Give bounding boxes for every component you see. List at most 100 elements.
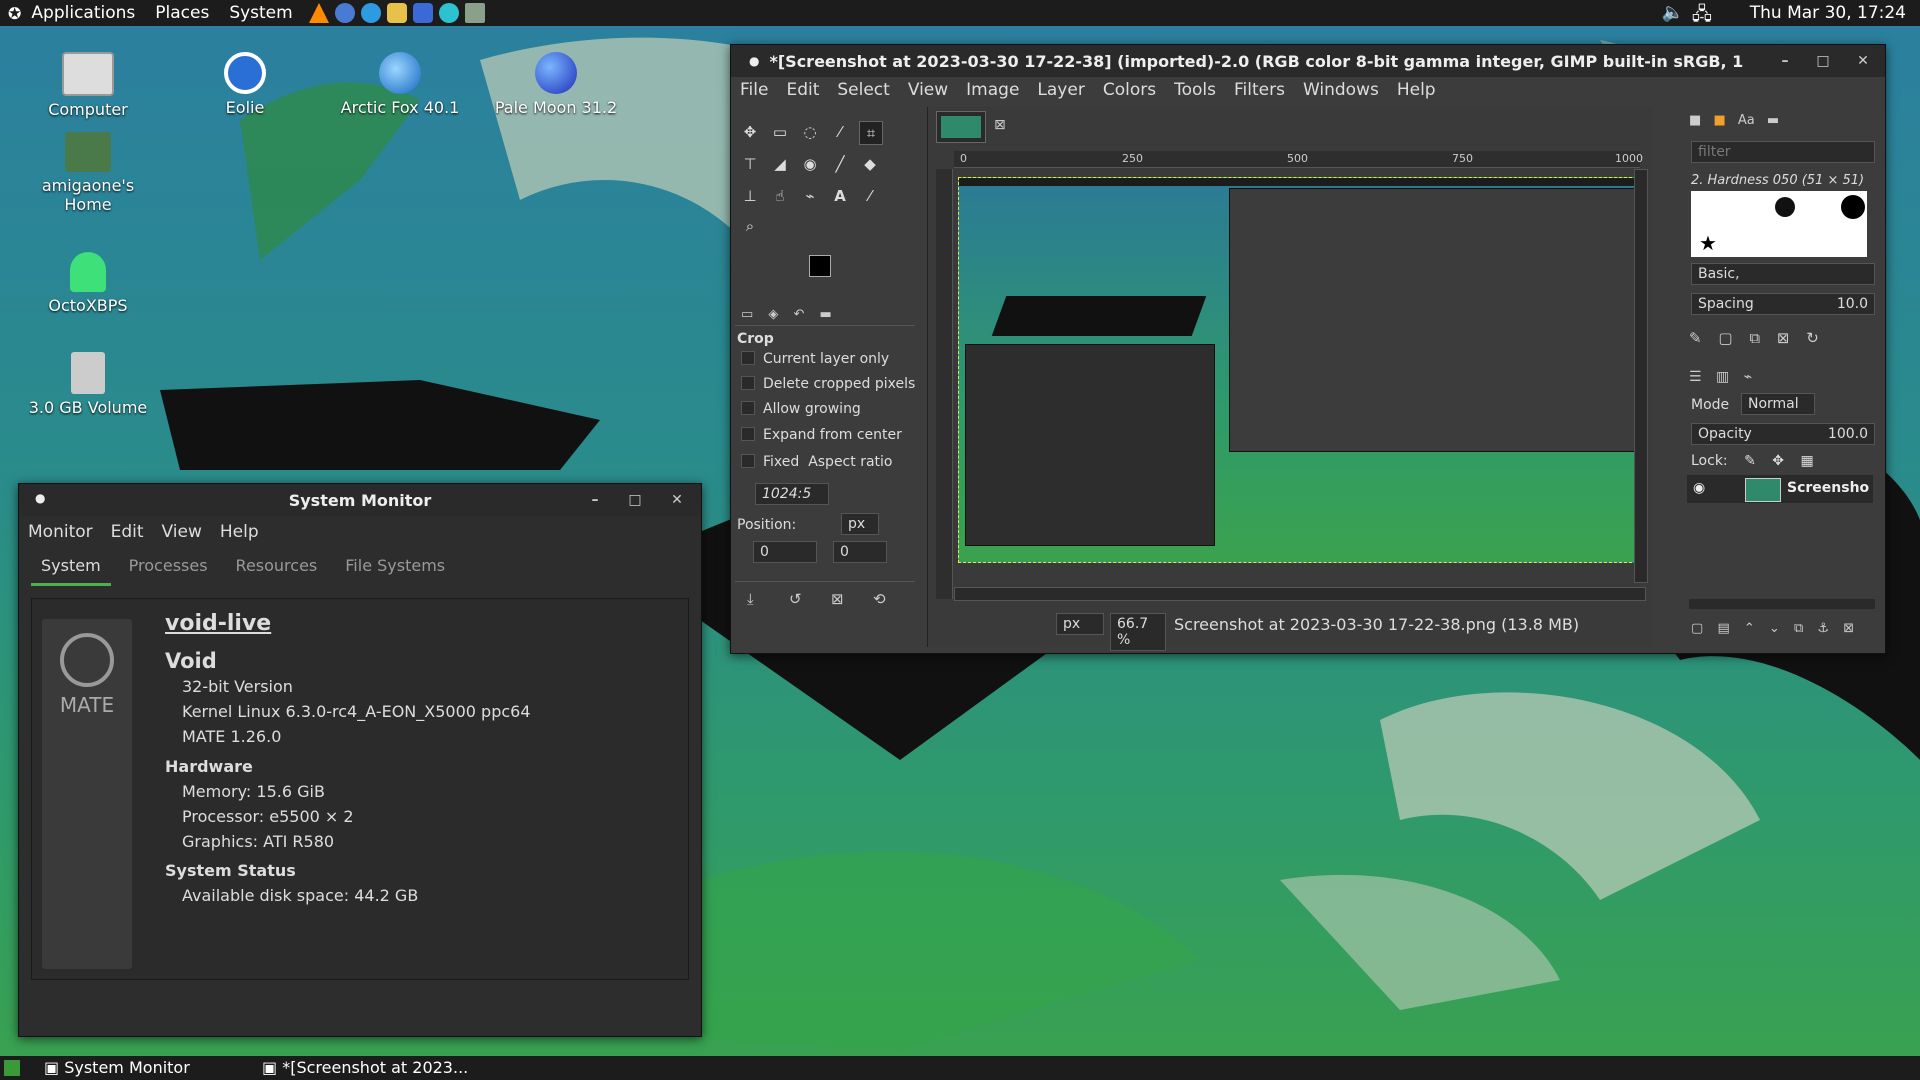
- maximize-icon[interactable]: □: [1813, 51, 1833, 71]
- position-x-input[interactable]: 0: [753, 541, 817, 563]
- tab-processes[interactable]: Processes: [119, 550, 218, 586]
- delete-layer-icon[interactable]: ⊠: [1843, 621, 1854, 636]
- vlc-launcher-icon[interactable]: [308, 3, 329, 23]
- duplicate-brush-icon[interactable]: ⧉: [1749, 329, 1760, 347]
- document-history-tab-icon[interactable]: ▬: [1767, 113, 1779, 128]
- menu-image[interactable]: Image: [957, 80, 1028, 104]
- lasso-tool-icon[interactable]: ◌: [799, 121, 821, 143]
- unit-select[interactable]: px: [1056, 613, 1104, 635]
- transform-tool-icon[interactable]: ⊤: [739, 153, 761, 175]
- duplicate-layer-icon[interactable]: ⧉: [1794, 621, 1803, 636]
- desktop-icon-arctic-fox[interactable]: Arctic Fox 40.1: [330, 52, 470, 117]
- mode-select[interactable]: Normal: [1741, 393, 1815, 415]
- desktop-icon-eolie[interactable]: Eolie: [175, 52, 315, 117]
- network-icon[interactable]: 🖧: [1692, 2, 1712, 32]
- warp-tool-icon[interactable]: ◢: [769, 153, 791, 175]
- position-unit-select[interactable]: px: [841, 513, 879, 535]
- anchor-layer-icon[interactable]: ⚓: [1817, 621, 1829, 636]
- menu-help[interactable]: Help: [211, 522, 268, 542]
- paths-tool-icon[interactable]: ⌁: [799, 185, 821, 207]
- fuzzy-select-tool-icon[interactable]: ⁄: [829, 121, 851, 143]
- desktop-icon-octoxbps[interactable]: OctoXBPS: [18, 252, 158, 315]
- arctic-fox-launcher-icon[interactable]: [360, 3, 381, 23]
- system-menu[interactable]: System: [219, 3, 302, 23]
- option-expand-from-center[interactable]: Expand from center: [741, 427, 902, 443]
- delete-options-icon[interactable]: ⊠: [831, 590, 844, 608]
- menu-view[interactable]: View: [899, 80, 957, 104]
- option-current-layer-only[interactable]: Current layer only: [741, 351, 889, 367]
- checkbox[interactable]: [741, 401, 755, 415]
- brush-preview[interactable]: [1841, 195, 1865, 219]
- spacing-field[interactable]: Spacing 10.0: [1691, 293, 1875, 315]
- zoom-tool-icon[interactable]: ⌕: [739, 215, 761, 237]
- channels-tab-icon[interactable]: ▥: [1716, 369, 1729, 385]
- show-desktop-icon[interactable]: [4, 1060, 20, 1076]
- brush-set-select[interactable]: Basic,: [1691, 263, 1875, 285]
- gimp-titlebar[interactable]: ● *[Screenshot at 2023-03-30 17-22-38] (…: [731, 45, 1885, 77]
- checkbox[interactable]: [741, 454, 755, 468]
- images-tab-icon[interactable]: ▬: [819, 307, 831, 322]
- checkbox[interactable]: [741, 351, 755, 365]
- mate-menu-icon[interactable]: ✪: [8, 4, 21, 23]
- reset-options-icon[interactable]: ⟲: [873, 590, 886, 608]
- new-layer-icon[interactable]: ▢: [1691, 621, 1703, 636]
- desktop-icon-home[interactable]: amigaone's Home: [18, 132, 158, 214]
- desktop-icon-volume[interactable]: 3.0 GB Volume: [18, 352, 158, 417]
- menu-select[interactable]: Select: [828, 80, 898, 104]
- position-y-input[interactable]: 0: [833, 541, 887, 563]
- tab-system[interactable]: System: [31, 550, 111, 586]
- brush-preview[interactable]: [1775, 197, 1795, 217]
- zoom-select[interactable]: 66.7 %: [1110, 613, 1166, 651]
- window-menu-icon[interactable]: ●: [35, 491, 45, 505]
- close-image-tab-icon[interactable]: ⊠: [994, 117, 1006, 133]
- close-icon[interactable]: ✕: [667, 490, 687, 510]
- menu-filters[interactable]: Filters: [1225, 80, 1294, 104]
- minimize-icon[interactable]: –: [585, 490, 605, 510]
- lock-alpha-icon[interactable]: ▦: [1800, 453, 1813, 469]
- minimize-icon[interactable]: –: [1775, 51, 1795, 71]
- device-status-tab-icon[interactable]: ◈: [768, 307, 778, 322]
- lower-layer-icon[interactable]: ⌄: [1769, 621, 1780, 636]
- crop-tool-icon[interactable]: ⌗: [859, 121, 883, 145]
- horizontal-scrollbar[interactable]: [954, 587, 1646, 601]
- paths-tab-icon[interactable]: ⌁: [1744, 369, 1752, 385]
- gimp-launcher-icon[interactable]: [386, 3, 407, 23]
- fonts-tab-icon[interactable]: Aa: [1738, 113, 1755, 128]
- browser-launcher-icon[interactable]: [334, 3, 355, 23]
- rect-select-tool-icon[interactable]: ▭: [769, 121, 791, 143]
- menu-help[interactable]: Help: [1388, 80, 1445, 104]
- layer-visibility-icon[interactable]: ◉: [1693, 480, 1705, 496]
- raise-layer-icon[interactable]: ⌃: [1744, 621, 1755, 636]
- places-menu[interactable]: Places: [145, 3, 219, 23]
- layer-row[interactable]: ◉ Screensho: [1687, 475, 1873, 503]
- eraser-tool-icon[interactable]: ◆: [859, 153, 881, 175]
- menu-windows[interactable]: Windows: [1294, 80, 1388, 104]
- brushes-tab-icon[interactable]: ■: [1689, 113, 1701, 128]
- menu-view[interactable]: View: [153, 522, 211, 542]
- lock-position-icon[interactable]: ✥: [1772, 453, 1784, 469]
- clock[interactable]: Thu Mar 30, 17:24: [1750, 3, 1906, 23]
- layers-tab-icon[interactable]: ☰: [1689, 369, 1702, 385]
- layers-scrollbar[interactable]: [1689, 599, 1875, 609]
- lock-pixels-icon[interactable]: ✎: [1744, 453, 1756, 469]
- brush-grid[interactable]: ★: [1691, 191, 1867, 257]
- maximize-icon[interactable]: □: [625, 490, 645, 510]
- new-brush-icon[interactable]: ▢: [1718, 329, 1732, 347]
- system-monitor-titlebar[interactable]: ● System Monitor – □ ✕: [19, 484, 701, 516]
- new-layer-group-icon[interactable]: ▤: [1717, 621, 1729, 636]
- patterns-tab-icon[interactable]: ■: [1713, 113, 1725, 128]
- window-menu-icon[interactable]: ●: [749, 54, 759, 68]
- tool-options-tab-icon[interactable]: ▭: [741, 307, 753, 322]
- text-tool-icon[interactable]: A: [829, 185, 851, 207]
- menu-edit[interactable]: Edit: [102, 522, 153, 542]
- option-fixed[interactable]: Fixed Aspect ratio: [741, 454, 892, 470]
- menu-colors[interactable]: Colors: [1094, 80, 1165, 104]
- bucket-fill-tool-icon[interactable]: ◉: [799, 153, 821, 175]
- star-brush-icon[interactable]: ★: [1699, 231, 1717, 255]
- delete-brush-icon[interactable]: ⊠: [1777, 329, 1790, 347]
- restore-options-icon[interactable]: ↺: [789, 590, 802, 608]
- clone-tool-icon[interactable]: ⊥: [739, 185, 761, 207]
- menu-layer[interactable]: Layer: [1028, 80, 1093, 104]
- paintbrush-tool-icon[interactable]: ╱: [829, 153, 851, 175]
- vertical-scrollbar[interactable]: [1634, 169, 1648, 583]
